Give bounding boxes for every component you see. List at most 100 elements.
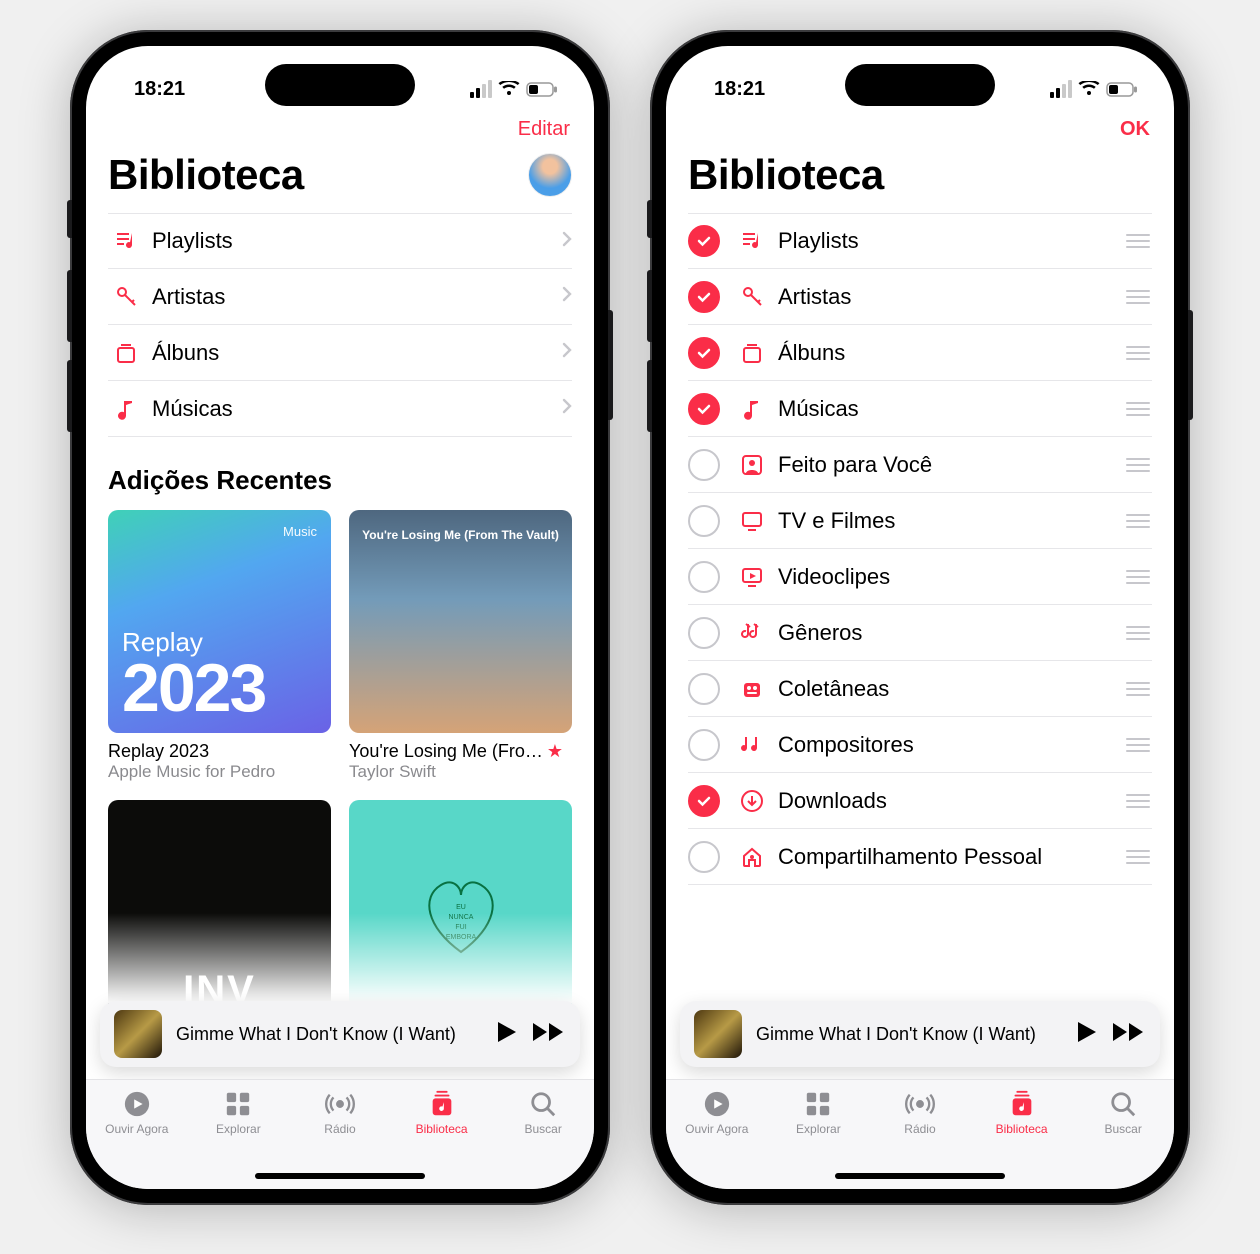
row-label: Artistas [770, 284, 1126, 310]
row-albuns[interactable]: Álbuns [108, 325, 572, 381]
checkbox[interactable] [688, 561, 720, 593]
phone-right: 18:21 OK Biblioteca Playlists Artistas Álb… [650, 30, 1190, 1205]
recent-card[interactable]: You're Losing Me (From The Vault) You're… [349, 510, 572, 782]
row-label: Compartilhamento Pessoal [770, 844, 1126, 870]
volume-down[interactable] [67, 360, 72, 432]
edit-row-generos[interactable]: Gêneros [688, 605, 1152, 661]
tab-label: Rádio [324, 1122, 355, 1136]
chevron-right-icon [562, 286, 572, 307]
tab-label: Biblioteca [416, 1122, 468, 1136]
battery-icon [1106, 82, 1138, 97]
drag-handle-icon[interactable] [1126, 402, 1152, 416]
checkbox[interactable] [688, 337, 720, 369]
ok-button[interactable]: OK [1120, 118, 1150, 141]
checkbox[interactable] [688, 225, 720, 257]
drag-handle-icon[interactable] [1126, 570, 1152, 584]
row-playlists[interactable]: Playlists [108, 213, 572, 269]
card-subtitle: Apple Music for Pedro [108, 762, 331, 782]
checkbox[interactable] [688, 449, 720, 481]
home-indicator[interactable] [255, 1173, 425, 1179]
chevron-right-icon [562, 342, 572, 363]
edit-row-compos[interactable]: Compositores [688, 717, 1152, 773]
forward-icon[interactable] [1112, 1021, 1146, 1048]
now-playing-bar[interactable]: Gimme What I Don't Know (I Want) [100, 1001, 580, 1067]
status-time: 18:21 [714, 78, 765, 101]
edit-row-tv[interactable]: TV e Filmes [688, 493, 1152, 549]
edit-row-artistas[interactable]: Artistas [688, 269, 1152, 325]
tab-label: Ouvir Agora [105, 1122, 168, 1136]
profile-avatar[interactable] [528, 153, 572, 197]
tab-label: Rádio [904, 1122, 935, 1136]
drag-handle-icon[interactable] [1126, 850, 1152, 864]
edit-list: Playlists Artistas Álbuns Músicas Feito para… [688, 213, 1152, 885]
edit-row-share[interactable]: Compartilhamento Pessoal [688, 829, 1152, 885]
tab-buscar[interactable]: Buscar [492, 1090, 594, 1189]
checkbox[interactable] [688, 505, 720, 537]
drag-handle-icon[interactable] [1126, 290, 1152, 304]
row-label: Gêneros [770, 620, 1126, 646]
checkbox[interactable] [688, 281, 720, 313]
checkbox[interactable] [688, 393, 720, 425]
edit-row-colet[interactable]: Coletâneas [688, 661, 1152, 717]
drag-handle-icon[interactable] [1126, 682, 1152, 696]
recent-header: Adições Recentes [108, 465, 572, 496]
now-playing-title: Gimme What I Don't Know (I Want) [756, 1024, 1062, 1045]
edit-row-downloads[interactable]: Downloads [688, 773, 1152, 829]
drag-handle-icon[interactable] [1126, 738, 1152, 752]
row-label: Compositores [770, 732, 1126, 758]
checkbox[interactable] [688, 841, 720, 873]
artistas-icon [734, 285, 770, 309]
edit-button[interactable]: Editar [518, 118, 570, 141]
recent-card[interactable]: INV [108, 800, 331, 1023]
chevron-right-icon [562, 398, 572, 419]
drag-handle-icon[interactable] [1126, 346, 1152, 360]
volume-up[interactable] [67, 270, 72, 342]
now-playing-bar[interactable]: Gimme What I Don't Know (I Want) [680, 1001, 1160, 1067]
home-indicator[interactable] [835, 1173, 1005, 1179]
tab-ouvir-agora[interactable]: Ouvir Agora [666, 1090, 768, 1189]
play-icon[interactable] [496, 1020, 518, 1049]
play-icon[interactable] [1076, 1020, 1098, 1049]
drag-handle-icon[interactable] [1126, 626, 1152, 640]
row-label: Artistas [144, 284, 562, 310]
row-musicas[interactable]: Músicas [108, 381, 572, 437]
recent-card[interactable]: EUNUNCAFUIEMBORA [349, 800, 572, 1023]
checkbox[interactable] [688, 617, 720, 649]
art-text: 2023 [122, 658, 317, 719]
silent-switch[interactable] [67, 200, 72, 238]
tab-buscar[interactable]: Buscar [1072, 1090, 1174, 1189]
album-art: INV [108, 800, 331, 1023]
edit-row-playlists[interactable]: Playlists [688, 213, 1152, 269]
playlists-icon [734, 229, 770, 253]
star-icon: ★ [547, 741, 563, 762]
page-title: Biblioteca [688, 151, 884, 199]
tab-label: Explorar [216, 1122, 261, 1136]
album-icon [108, 341, 144, 365]
edit-row-clips[interactable]: Videoclipes [688, 549, 1152, 605]
checkbox[interactable] [688, 729, 720, 761]
library-list: Playlists Artistas Álbuns Músicas [108, 213, 572, 437]
edit-row-albuns[interactable]: Álbuns [688, 325, 1152, 381]
mic-icon [108, 285, 144, 309]
drag-handle-icon[interactable] [1126, 514, 1152, 528]
volume-down[interactable] [647, 360, 652, 432]
recent-card[interactable]: Music Replay 2023 Replay 2023 Apple Musi… [108, 510, 331, 782]
tab-ouvir-agora[interactable]: Ouvir Agora [86, 1090, 188, 1189]
drag-handle-icon[interactable] [1126, 458, 1152, 472]
power-button[interactable] [608, 310, 613, 420]
now-playing-title: Gimme What I Don't Know (I Want) [176, 1024, 482, 1045]
checkbox[interactable] [688, 785, 720, 817]
row-artistas[interactable]: Artistas [108, 269, 572, 325]
drag-handle-icon[interactable] [1126, 234, 1152, 248]
edit-row-feito[interactable]: Feito para Você [688, 437, 1152, 493]
edit-row-musicas[interactable]: Músicas [688, 381, 1152, 437]
tab-label: Buscar [524, 1122, 561, 1136]
checkbox[interactable] [688, 673, 720, 705]
albuns-icon [734, 341, 770, 365]
forward-icon[interactable] [532, 1021, 566, 1048]
silent-switch[interactable] [647, 200, 652, 238]
volume-up[interactable] [647, 270, 652, 342]
power-button[interactable] [1188, 310, 1193, 420]
drag-handle-icon[interactable] [1126, 794, 1152, 808]
row-label: Músicas [770, 396, 1126, 422]
